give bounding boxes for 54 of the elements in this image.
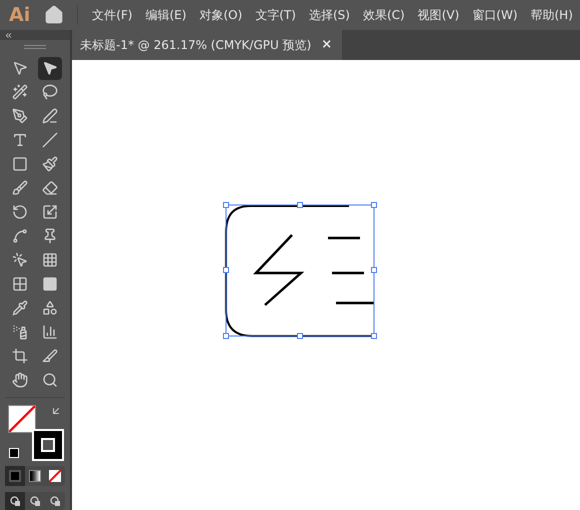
tool-button[interactable] (38, 56, 62, 80)
draw-mode-icon (30, 496, 40, 506)
artboard-icon (12, 348, 28, 364)
warp-icon (12, 228, 28, 244)
pin-icon (42, 228, 58, 244)
tab-title: 未标题-1* @ 261.17% (CMYK/GPU 预览) (80, 37, 312, 54)
blob-brush-icon (12, 180, 28, 196)
menu-item[interactable]: 文字(T) (255, 6, 296, 24)
pen-icon (12, 108, 28, 124)
color-swatch-icon (9, 470, 21, 482)
default-colors-icon[interactable] (9, 448, 19, 458)
panel-grip[interactable] (24, 45, 46, 49)
draw-mode-icon (50, 496, 60, 506)
curvature-pen-icon (42, 108, 58, 124)
collapse-icon[interactable] (4, 30, 13, 40)
perspective-grid-icon (42, 252, 58, 268)
paintbrush-icon (42, 156, 58, 172)
bar-chart-icon (42, 324, 58, 340)
fill-swatch[interactable] (8, 404, 36, 433)
menu-item[interactable]: 对象(O) (199, 6, 242, 24)
stroke-swatch[interactable] (32, 428, 64, 461)
scale-icon (42, 204, 58, 220)
menu-item[interactable]: 编辑(E) (145, 6, 186, 24)
direct-selection-icon (12, 60, 28, 76)
draw-mode-button[interactable] (5, 492, 25, 510)
zoom-icon (42, 372, 58, 388)
menu-item[interactable]: 窗口(W) (472, 6, 518, 24)
gradient-swatch-icon (29, 470, 41, 482)
document-tab[interactable]: 未标题-1* @ 261.17% (CMYK/GPU 预览) × (72, 30, 342, 60)
eyedropper-icon (12, 300, 28, 316)
color-mode-button[interactable] (5, 466, 25, 486)
none-swatch-icon (49, 470, 61, 482)
rectangle-icon (12, 156, 28, 172)
close-button[interactable]: × (321, 35, 332, 55)
draw-mode-icon (10, 496, 20, 506)
type-icon (12, 132, 28, 148)
selection-icon (42, 60, 58, 76)
menu-item[interactable]: 帮助(H) (530, 6, 573, 24)
magic-wand-icon (12, 84, 28, 100)
rotate-icon (12, 204, 28, 220)
home-icon[interactable] (44, 5, 64, 25)
slice-icon (42, 348, 58, 364)
app-logo[interactable]: Ai (9, 6, 30, 24)
lasso-icon (42, 84, 58, 100)
symbol-sprayer-icon (12, 324, 28, 340)
eraser-icon (42, 180, 58, 196)
menu-item[interactable]: 选择(S) (308, 6, 350, 24)
line-segment-icon (42, 132, 58, 148)
hand-icon (12, 372, 28, 388)
menu-item[interactable]: 文件(F) (92, 6, 132, 24)
menu-item[interactable]: 效果(C) (362, 6, 405, 24)
shape-builder-icon (12, 252, 28, 268)
menu-item[interactable]: 视图(V) (418, 6, 460, 24)
mesh-icon (12, 276, 28, 292)
